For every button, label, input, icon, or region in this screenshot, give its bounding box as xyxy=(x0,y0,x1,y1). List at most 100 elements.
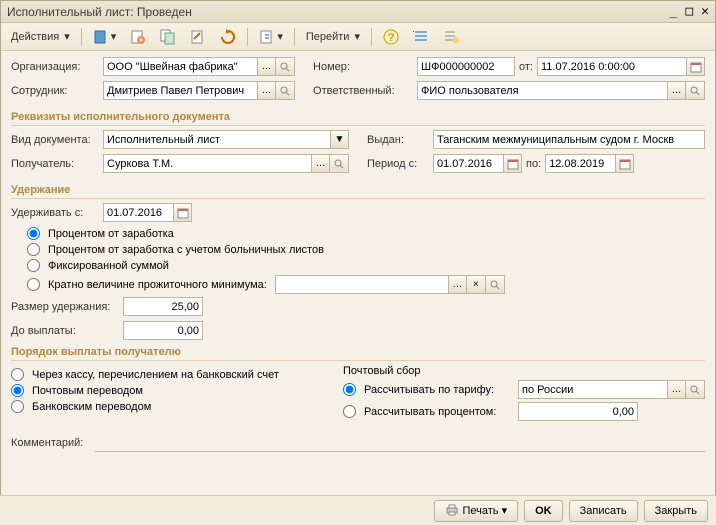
tb-basedon-button[interactable] xyxy=(184,26,212,48)
period-to-calendar[interactable] xyxy=(615,154,634,173)
responsible-select-button[interactable]: … xyxy=(667,81,686,100)
tb-copy-button[interactable] xyxy=(154,26,182,48)
period-from-calendar[interactable] xyxy=(503,154,522,173)
minimize-button[interactable]: _ xyxy=(670,4,678,19)
calendar-icon xyxy=(619,158,631,170)
printer-icon xyxy=(445,504,459,516)
radio-percent-sick[interactable] xyxy=(27,243,40,256)
issued-label: Выдан: xyxy=(367,134,429,146)
withhold-from-input[interactable] xyxy=(103,203,173,222)
radio-multiple[interactable] xyxy=(27,278,40,291)
write-button[interactable]: Записать xyxy=(569,500,638,522)
percent-fee-input[interactable] xyxy=(518,402,638,421)
radio-percent[interactable] xyxy=(27,227,40,240)
radio-percent-fee-label: Рассчитывать процентом: xyxy=(364,406,514,418)
tb-list-button[interactable] xyxy=(407,26,435,48)
org-label: Организация: xyxy=(11,61,99,73)
tb-structure-button[interactable]: ▾ xyxy=(253,26,289,48)
actions-menu[interactable]: Действия ▾ xyxy=(5,27,76,46)
toolbar: Действия ▾ ▾ ▾ Перейти ▾ ? xyxy=(1,23,715,51)
date-input[interactable] xyxy=(537,57,686,76)
date-calendar-button[interactable] xyxy=(686,57,705,76)
kind-dropdown-button[interactable]: ▼ xyxy=(330,130,349,149)
size-label: Размер удержания: xyxy=(11,301,119,313)
radio-multiple-label: Кратно величине прожиточного минимума: xyxy=(48,279,267,291)
org-select-button[interactable]: … xyxy=(257,57,276,76)
titlebar: Исполнительный лист: Проведен _ □ ✕ xyxy=(1,1,715,23)
recipient-input[interactable] xyxy=(103,154,311,173)
tariff-input[interactable] xyxy=(518,380,667,399)
footer: Печать ▾ OK Записать Закрыть xyxy=(0,495,716,525)
calendar-icon xyxy=(177,207,189,219)
tariff-select-button[interactable]: … xyxy=(667,380,686,399)
responsible-search-button[interactable] xyxy=(686,81,705,100)
recipient-select-button[interactable]: … xyxy=(311,154,330,173)
issued-input[interactable] xyxy=(433,130,705,149)
tb-unpost-button[interactable] xyxy=(124,26,152,48)
radio-fixed[interactable] xyxy=(27,259,40,272)
tariff-search-button[interactable] xyxy=(686,380,705,399)
multiple-select-button[interactable]: … xyxy=(448,275,467,294)
fee-label: Почтовый сбор xyxy=(343,365,705,377)
kind-input[interactable] xyxy=(103,130,330,149)
withhold-from-label: Удерживать с: xyxy=(11,207,99,219)
radio-tariff[interactable] xyxy=(343,383,356,396)
radio-tariff-label: Рассчитывать по тарифу: xyxy=(364,384,514,396)
period-to-input[interactable] xyxy=(545,154,615,173)
radio-cash-label: Через кассу, перечислением на банковский… xyxy=(32,369,279,381)
radio-bank[interactable] xyxy=(11,400,24,413)
recipient-label: Получатель: xyxy=(11,158,99,170)
tb-settings-button[interactable] xyxy=(437,26,465,48)
org-input[interactable] xyxy=(103,57,257,76)
radio-post[interactable] xyxy=(11,384,24,397)
withhold-section-header: Удержание xyxy=(11,184,705,199)
window-title: Исполнительный лист: Проведен xyxy=(7,5,192,19)
svg-text:?: ? xyxy=(388,32,394,44)
radio-percent-sick-label: Процентом от заработка с учетом больничн… xyxy=(48,244,324,256)
radio-post-label: Почтовым переводом xyxy=(32,385,143,397)
close-button[interactable]: Закрыть xyxy=(644,500,708,522)
date-from-label: от: xyxy=(519,61,533,73)
payorder-section-header: Порядок выплаты получателю xyxy=(11,346,705,361)
radio-percent-label: Процентом от заработка xyxy=(48,228,174,240)
employee-search-button[interactable] xyxy=(276,81,295,100)
withhold-from-calendar[interactable] xyxy=(173,203,192,222)
goto-menu[interactable]: Перейти ▾ xyxy=(300,27,366,46)
ok-button[interactable]: OK xyxy=(524,500,563,522)
multiple-input xyxy=(275,275,448,294)
tb-post-button[interactable]: ▾ xyxy=(87,26,123,48)
kind-label: Вид документа: xyxy=(11,134,99,146)
comment-input[interactable] xyxy=(95,434,705,452)
employee-label: Сотрудник: xyxy=(11,85,99,97)
close-window-button[interactable]: ✕ xyxy=(701,4,709,19)
employee-input[interactable] xyxy=(103,81,257,100)
until-label: До выплаты: xyxy=(11,325,119,337)
help-button[interactable]: ? xyxy=(377,26,405,48)
responsible-input[interactable] xyxy=(417,81,667,100)
number-label: Номер: xyxy=(313,61,413,73)
multiple-clear-button[interactable]: × xyxy=(467,275,486,294)
comment-label: Комментарий: xyxy=(11,437,91,449)
radio-percent-fee[interactable] xyxy=(343,405,356,418)
radio-bank-label: Банковским переводом xyxy=(32,401,151,413)
print-label: Печать xyxy=(462,505,498,517)
recipient-search-button[interactable] xyxy=(330,154,349,173)
size-input[interactable] xyxy=(123,297,203,316)
radio-cash[interactable] xyxy=(11,368,24,381)
period-to-label: по: xyxy=(526,158,541,170)
tb-refresh-button[interactable] xyxy=(214,26,242,48)
responsible-label: Ответственный: xyxy=(313,85,413,97)
goto-label: Перейти xyxy=(306,31,350,43)
until-input[interactable] xyxy=(123,321,203,340)
maximize-button[interactable]: □ xyxy=(685,4,693,19)
org-search-button[interactable] xyxy=(276,57,295,76)
window-controls: _ □ ✕ xyxy=(670,4,709,19)
period-from-input[interactable] xyxy=(433,154,503,173)
radio-fixed-label: Фиксированной суммой xyxy=(48,260,169,272)
multiple-search-button[interactable] xyxy=(486,275,505,294)
print-button[interactable]: Печать ▾ xyxy=(434,500,518,522)
calendar-icon xyxy=(690,61,702,73)
employee-select-button[interactable]: … xyxy=(257,81,276,100)
period-label: Период с: xyxy=(367,158,429,170)
number-input[interactable] xyxy=(417,57,515,76)
